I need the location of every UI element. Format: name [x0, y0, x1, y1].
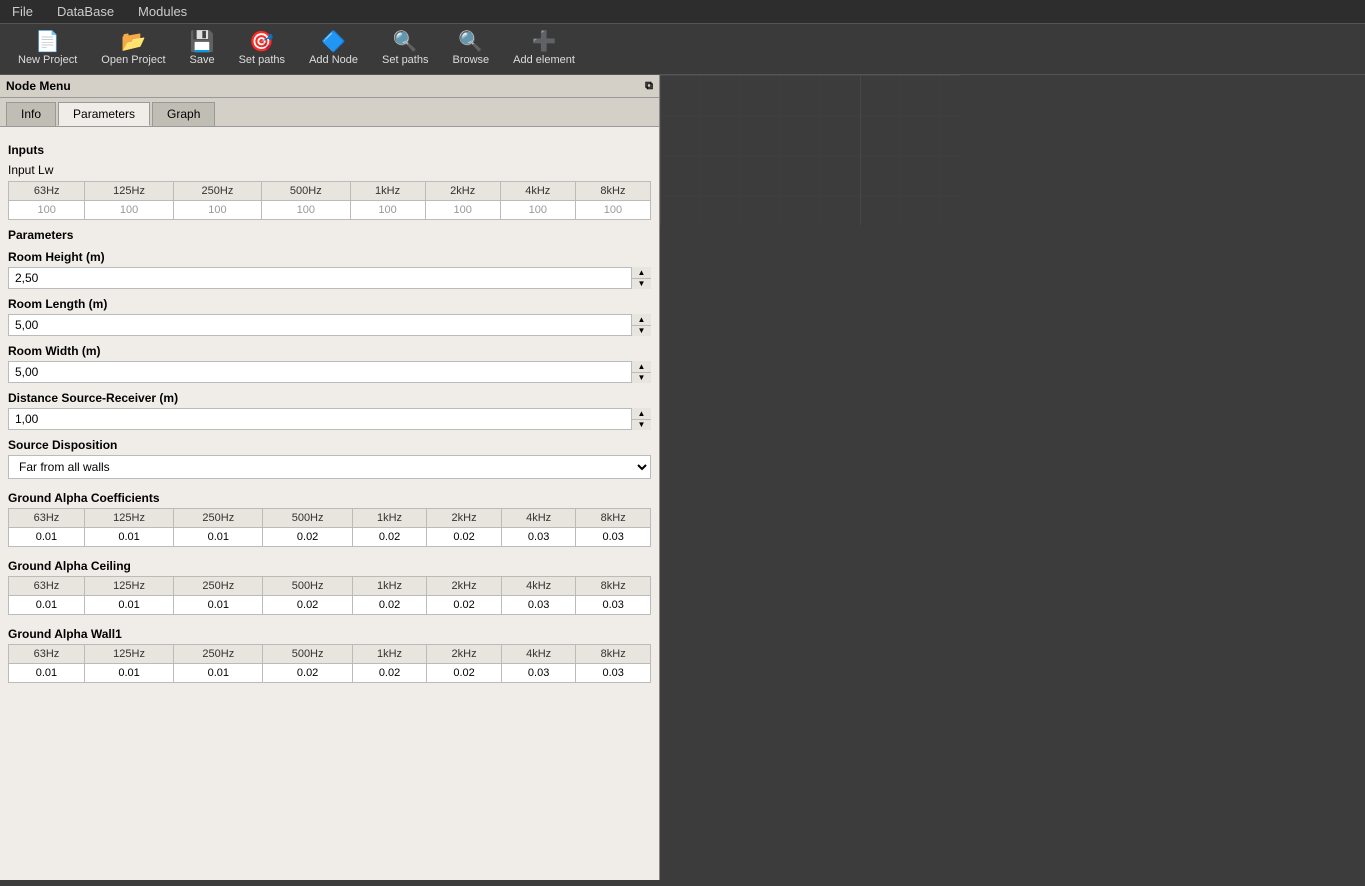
add-node-button[interactable]: 🔷 Add Node	[299, 28, 368, 70]
ground-alpha-wall1-table: 63Hz125Hz250Hz500Hz1kHz2kHz4kHz8kHz 0.01…	[8, 644, 651, 683]
input-lw-table: 63Hz125Hz250Hz500Hz1kHz2kHz4kHz8kHz 1001…	[8, 181, 651, 220]
room-height-spinners: ▲ ▼	[631, 267, 651, 289]
set-paths-1-icon: 🎯	[249, 32, 274, 52]
tab-graph[interactable]: Graph	[152, 102, 215, 126]
add-node-label: Add Node	[309, 54, 358, 66]
set-paths-2-icon: 🔍	[393, 32, 418, 52]
room-width-label: Room Width (m)	[8, 344, 651, 358]
browse-button[interactable]: 🔍 Browse	[442, 28, 499, 70]
input-lw-label: Input Lw	[8, 163, 651, 177]
add-element-label: Add element	[513, 54, 575, 66]
room-length-up[interactable]: ▲	[632, 314, 651, 326]
left-panel: Node Menu ⧉ Info Parameters Graph Inputs…	[0, 75, 660, 880]
ground-alpha-coeff-table: 63Hz125Hz250Hz500Hz1kHz2kHz4kHz8kHz 0.01…	[8, 508, 651, 547]
menu-database[interactable]: DataBase	[53, 2, 118, 21]
room-width-up[interactable]: ▲	[632, 361, 651, 373]
room-width-down[interactable]: ▼	[632, 373, 651, 384]
graph-area[interactable]: Lw Source Output Lw Room Lp From Lw Sour…	[660, 75, 1365, 880]
distance-wrap: ▲ ▼	[8, 408, 651, 430]
panel-title-bar: Node Menu ⧉	[0, 75, 659, 98]
room-length-spinners: ▲ ▼	[631, 314, 651, 336]
panel-title: Node Menu	[6, 79, 71, 93]
menu-file[interactable]: File	[8, 2, 37, 21]
room-length-label: Room Length (m)	[8, 297, 651, 311]
ground-alpha-ceiling-label: Ground Alpha Ceiling	[8, 559, 651, 573]
room-height-up[interactable]: ▲	[632, 267, 651, 279]
main-layout: Node Menu ⧉ Info Parameters Graph Inputs…	[0, 75, 1365, 880]
browse-label: Browse	[452, 54, 489, 66]
source-disposition-label: Source Disposition	[8, 438, 651, 452]
inputs-header: Inputs	[8, 143, 651, 157]
distance-down[interactable]: ▼	[632, 420, 651, 431]
set-paths-1-button[interactable]: 🎯 Set paths	[229, 28, 295, 70]
menu-modules[interactable]: Modules	[134, 2, 191, 21]
menu-bar: File DataBase Modules	[0, 0, 1365, 24]
new-project-icon: 📄	[35, 32, 60, 52]
parameters-header: Parameters	[8, 228, 651, 242]
tab-parameters[interactable]: Parameters	[58, 102, 150, 126]
new-project-button[interactable]: 📄 New Project	[8, 28, 87, 70]
ground-alpha-coeff-label: Ground Alpha Coefficients	[8, 491, 651, 505]
ground-alpha-wall1-label: Ground Alpha Wall1	[8, 627, 651, 641]
room-height-wrap: ▲ ▼	[8, 267, 651, 289]
add-element-icon: ➕	[532, 32, 557, 52]
new-project-label: New Project	[18, 54, 77, 66]
save-button[interactable]: 💾 Save	[180, 28, 225, 70]
panel-content: Inputs Input Lw 63Hz125Hz250Hz500Hz1kHz2…	[0, 127, 659, 880]
source-disposition-select[interactable]: Far from all wallsNear one wallNear two …	[8, 455, 651, 479]
room-length-wrap: ▲ ▼	[8, 314, 651, 336]
open-project-button[interactable]: 📂 Open Project	[91, 28, 175, 70]
distance-up[interactable]: ▲	[632, 408, 651, 420]
set-paths-2-label: Set paths	[382, 54, 428, 66]
browse-icon: 🔍	[458, 32, 483, 52]
set-paths-2-button[interactable]: 🔍 Set paths	[372, 28, 438, 70]
distance-spinners: ▲ ▼	[631, 408, 651, 430]
room-width-input[interactable]	[8, 361, 651, 383]
room-height-label: Room Height (m)	[8, 250, 651, 264]
room-height-input[interactable]	[8, 267, 651, 289]
tabs: Info Parameters Graph	[0, 98, 659, 127]
toolbar: 📄 New Project 📂 Open Project 💾 Save 🎯 Se…	[0, 24, 1365, 75]
tab-info[interactable]: Info	[6, 102, 56, 126]
open-project-label: Open Project	[101, 54, 165, 66]
open-project-icon: 📂	[121, 32, 146, 52]
panel-collapse-icon[interactable]: ⧉	[645, 80, 653, 93]
set-paths-1-label: Set paths	[239, 54, 285, 66]
distance-input[interactable]	[8, 408, 651, 430]
graph-grid	[660, 75, 960, 225]
add-node-icon: 🔷	[321, 32, 346, 52]
room-length-input[interactable]	[8, 314, 651, 336]
room-width-spinners: ▲ ▼	[631, 361, 651, 383]
room-width-wrap: ▲ ▼	[8, 361, 651, 383]
room-height-down[interactable]: ▼	[632, 279, 651, 290]
save-icon: 💾	[190, 32, 215, 52]
save-label: Save	[190, 54, 215, 66]
distance-label: Distance Source-Receiver (m)	[8, 391, 651, 405]
room-length-down[interactable]: ▼	[632, 326, 651, 337]
ground-alpha-ceiling-table: 63Hz125Hz250Hz500Hz1kHz2kHz4kHz8kHz 0.01…	[8, 576, 651, 615]
add-element-button[interactable]: ➕ Add element	[503, 28, 585, 70]
